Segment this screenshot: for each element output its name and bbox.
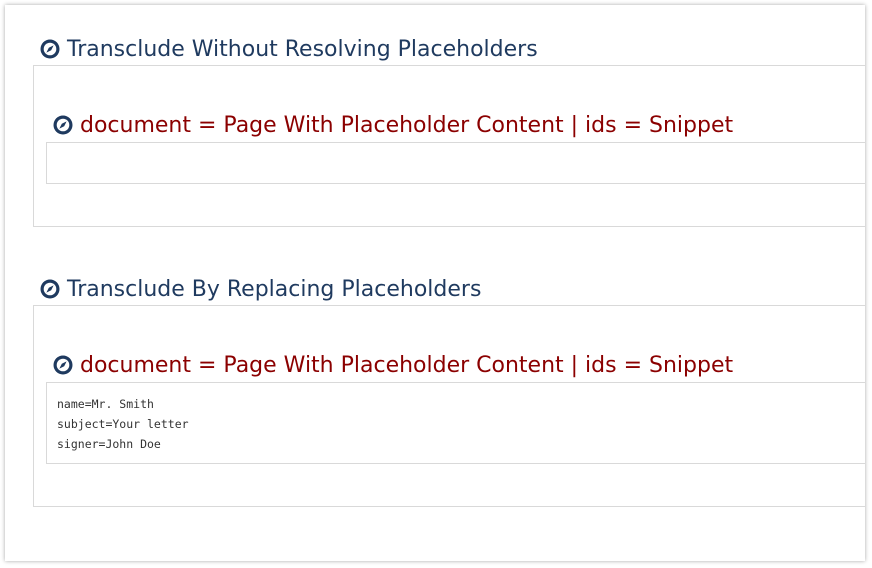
transclusion-content-1 [46, 142, 865, 184]
page-frame: Transclude Without Resolving Placeholder… [5, 5, 865, 561]
transclusion-content-2: name=Mr. Smith subject=Your letter signe… [46, 382, 865, 464]
macro-title-1: document = Page With Placeholder Content… [53, 111, 733, 139]
section-title-1: Transclude Without Resolving Placeholder… [40, 35, 538, 63]
section-title-2: Transclude By Replacing Placeholders [40, 275, 481, 303]
section-title-text: Transclude Without Resolving Placeholder… [67, 36, 538, 62]
placeholder-values: name=Mr. Smith subject=Your letter signe… [57, 394, 189, 454]
placeholder-line-subject: subject=Your letter [57, 417, 189, 431]
macro-title-2: document = Page With Placeholder Content… [53, 351, 733, 379]
placeholder-line-name: name=Mr. Smith [57, 397, 154, 411]
placeholder-line-signer: signer=John Doe [57, 437, 161, 451]
compass-icon [40, 279, 60, 299]
macro-title-text: document = Page With Placeholder Content… [80, 112, 734, 138]
compass-icon [40, 39, 60, 59]
macro-title-text: document = Page With Placeholder Content… [80, 352, 734, 378]
section-title-text: Transclude By Replacing Placeholders [67, 276, 482, 302]
compass-icon [53, 355, 73, 375]
compass-icon [53, 115, 73, 135]
